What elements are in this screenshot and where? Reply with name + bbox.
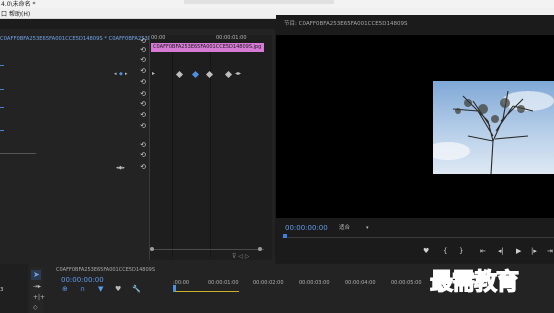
ruler-tick-label: 00:00:01:00 [208,280,239,286]
row-marker [0,89,4,90]
reset-icon[interactable]: ⟲ [139,46,147,54]
program-timecode[interactable]: 00:00:00:00 [285,224,328,232]
timeline-guide [210,52,211,257]
ruler-tick-label: 00:00:04:00 [345,280,376,286]
menu-item-help[interactable]: 帮助(H) [9,9,30,18]
track-select-icon[interactable]: ⇥▸ [33,283,41,290]
chevron-down-icon: ▾ [365,225,369,231]
play-icon[interactable]: ▶ [516,247,521,255]
scrub-track[interactable] [282,237,554,238]
keyframe-scrollbar[interactable] [150,247,264,251]
row-marker [0,107,4,108]
filter-icon[interactable]: ⊽ ◁ ▷ [232,253,249,260]
snap-icon[interactable]: ⊕ [62,285,68,293]
selection-tool[interactable]: ➤ [31,270,41,280]
marker-icon[interactable]: ♥ [115,285,121,293]
keyframe-row-arrow: ▸ [152,70,156,77]
step-forward-icon[interactable]: |▸ [531,247,537,255]
keyframe-end-marker[interactable]: ◂▸ [235,70,241,77]
reset-icon[interactable]: ⟲ [139,122,147,130]
reset-icon[interactable]: ⟲ [139,56,147,64]
window-titlebar: 4.0\未命名 * [0,0,554,8]
program-scrub-bar[interactable] [282,234,554,241]
prev-keyframe-icon[interactable]: ◂ [114,71,117,77]
clip-label: C0AFF0BFA253E65FA001CCE5D14809S.jpg [153,44,262,50]
effect-controls-footer: ⊽ ◁ ▷ [232,253,262,260]
tree-photo [433,81,554,174]
keyframe-ruler[interactable]: 00:00 00:00:01:00 [150,35,272,42]
program-frame-image [433,81,554,174]
settings-icon[interactable]: 🔧 [132,285,141,293]
playhead[interactable] [283,234,287,238]
go-to-in-icon[interactable]: ⇤ [480,247,486,255]
scroll-handle-right[interactable] [258,247,262,251]
mark-out-icon[interactable]: } [459,247,463,255]
next-keyframe-icon[interactable]: ▸ [125,71,128,77]
scroll-handle-left[interactable] [150,247,154,251]
timeline-timecode[interactable]: 00:00:00:00 [61,276,104,284]
ripple-edit-icon[interactable]: +|+ [33,294,45,301]
work-area-bar[interactable] [175,291,239,292]
reset-icon[interactable]: ⟲ [139,141,147,149]
keyframe-nav-icon[interactable]: ◂◆▸ [116,165,125,171]
reset-icon[interactable]: ⟲ [139,163,147,171]
add-marker-icon[interactable]: ▼ [98,285,103,293]
linked-selection-icon[interactable]: ∩ [80,285,85,293]
project-label: 3 [0,287,4,293]
add-keyframe-icon[interactable]: ◆ [119,71,123,77]
fit-dropdown[interactable]: 适合 ▾ [339,223,379,231]
menu-item-window[interactable]: 口 [1,9,7,18]
reset-icon[interactable]: ⟲ [139,90,147,98]
timeline-guide [172,52,173,257]
step-back-icon[interactable]: ◂| [498,247,504,255]
arrow-cursor-icon: ➤ [33,270,40,279]
watermark-logo: 最需教育 [429,267,519,295]
keyframe-timeline-area[interactable] [150,35,272,260]
ruler-tick-label: 00:00:03:00 [299,280,330,286]
ruler-end: 00:00:01:00 [216,35,247,41]
ruler-tick-label: 00:00:02:00 [253,280,284,286]
timeline-title[interactable]: C0AFF0BFA253E65FA001CCE5D14809S [56,267,155,273]
razor-icon[interactable]: ◇ [33,304,38,311]
reset-icon[interactable]: ⟲ [139,78,147,86]
reset-icon[interactable]: ⟲ [139,111,147,119]
reset-icon[interactable]: ⟲ [139,37,147,45]
effect-controls-header[interactable]: C0AFF0BFA253E65FA001CCE5D14809S * C0AFF0… [0,36,221,46]
program-monitor-title[interactable]: 节目: C0AFF0BFA253E65FA001CCE5D14809S [284,19,408,27]
row-marker [0,130,4,131]
reset-icon[interactable]: ⟲ [139,100,147,108]
blend-mode-dropdown[interactable] [0,153,36,154]
window-title: 4.0\未命名 * [1,1,36,8]
reset-icon[interactable]: ⟲ [139,67,147,75]
fit-label: 适合 [339,225,351,231]
reset-icon[interactable]: ⟲ [139,151,147,159]
add-marker-icon[interactable]: ♥ [423,247,429,255]
titlebar-deco [184,0,334,4]
ruler-tick-label: 00:00:05:00 [391,280,422,286]
ruler-start: 00:00 [151,35,166,41]
keyframe-clip-bar[interactable]: C0AFF0BFA253E65FA001CCE5D14809S.jpg [151,43,264,52]
project-panel[interactable] [0,264,28,313]
mark-in-icon[interactable]: { [443,247,447,255]
timeline-tools: ⊕ ∩ ▼ ♥ 🔧 [62,285,142,294]
go-to-out-icon[interactable]: ⇥ [547,247,553,255]
row-marker [0,65,4,66]
